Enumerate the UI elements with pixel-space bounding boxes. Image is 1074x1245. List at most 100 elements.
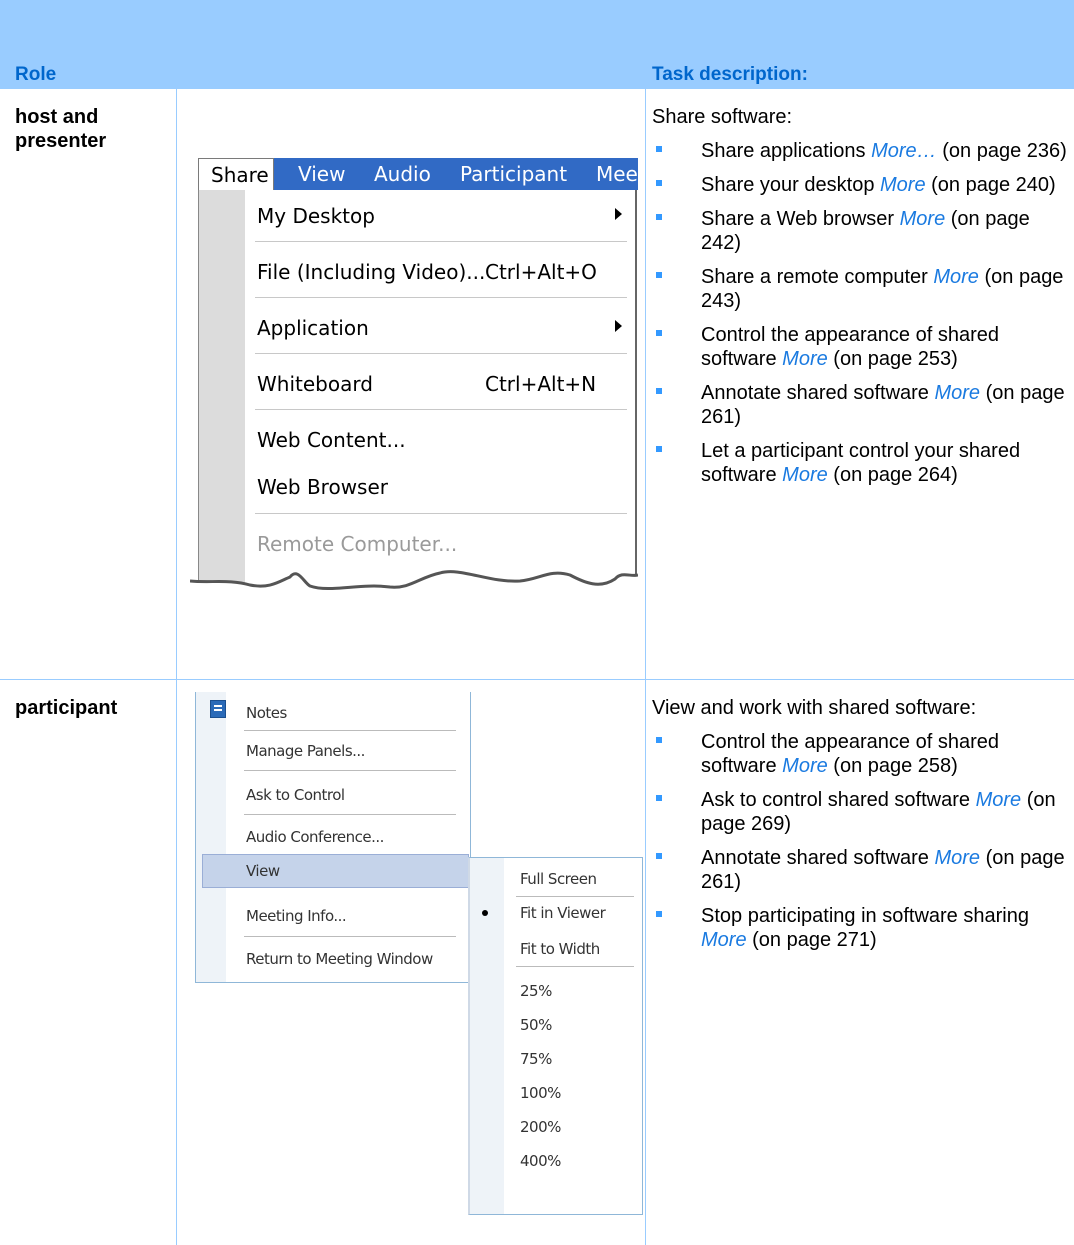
menu-separator [255, 241, 627, 242]
menu-item-file[interactable]: File (Including Video)... [257, 260, 485, 284]
row-divider [0, 679, 1074, 680]
menu-separator [255, 409, 627, 410]
submenu-item-fit-to-width[interactable]: Fit to Width [520, 940, 600, 958]
menu-separator [255, 297, 627, 298]
menu-item-meeting-info[interactable]: Meeting Info... [246, 907, 347, 925]
menu-item-manage-panels[interactable]: Manage Panels... [246, 742, 365, 760]
column-divider-left [176, 89, 177, 1245]
menu-item-view-highlight[interactable] [202, 854, 469, 888]
shortcut-file: Ctrl+Alt+O [485, 260, 597, 284]
menu-share[interactable]: Share [198, 158, 274, 190]
participant-menu: Notes Manage Panels... Ask to Control Au… [195, 692, 471, 983]
submenu-item-full-screen[interactable]: Full Screen [520, 870, 597, 888]
more-link[interactable]: More… [871, 140, 937, 162]
bullet-icon [656, 146, 662, 152]
more-link[interactable]: More [976, 789, 1022, 811]
more-link[interactable]: More [880, 174, 926, 196]
menu-item-my-desktop[interactable]: My Desktop [257, 204, 375, 228]
view-submenu: Full Screen Fit in Viewer Fit to Width 2… [468, 857, 643, 1215]
notes-icon [210, 700, 226, 718]
more-link[interactable]: More [934, 847, 980, 869]
menu-item-view[interactable]: View [246, 862, 280, 880]
more-link[interactable]: More [701, 929, 747, 951]
menu-item-application[interactable]: Application [257, 316, 369, 340]
task-item-text: Share your desktop [701, 174, 880, 196]
menu-item-return-to-meeting[interactable]: Return to Meeting Window [246, 950, 433, 968]
bullet-icon [656, 272, 662, 278]
bullet-icon [656, 446, 662, 452]
bullet-icon [656, 795, 662, 801]
menu-view[interactable]: View [298, 158, 345, 190]
role-host-presenter: host and presenter [15, 106, 107, 152]
bullet-icon [656, 737, 662, 743]
bullet-icon [656, 214, 662, 220]
menu-separator [244, 730, 456, 731]
table-header: Role Task description: [0, 0, 1074, 89]
bullet-icon [656, 180, 662, 186]
menu-separator [244, 770, 456, 771]
menu-bar: Share View Audio Participant Mee [198, 158, 638, 190]
submenu-item-75[interactable]: 75% [520, 1050, 552, 1068]
more-link[interactable]: More [934, 382, 980, 404]
more-link[interactable]: More [933, 266, 979, 288]
menu-item-web-browser[interactable]: Web Browser [257, 475, 388, 499]
task-item: Share your desktop More (on page 240) [652, 173, 1067, 197]
submenu-item-50[interactable]: 50% [520, 1016, 552, 1034]
bullet-icon [656, 330, 662, 336]
bullet-icon [656, 388, 662, 394]
task-item: Stop participating in software sharing M… [652, 904, 1067, 952]
submenu-arrow-icon [615, 208, 622, 220]
shortcut-whiteboard: Ctrl+Alt+N [485, 372, 597, 396]
task-item: Control the appearance of shared softwar… [652, 730, 1067, 778]
submenu-item-25[interactable]: 25% [520, 982, 552, 1000]
menu-item-whiteboard[interactable]: Whiteboard [257, 372, 373, 396]
header-task-description: Task description: [652, 64, 808, 85]
share-menu-screenshot: Share View Audio Participant Mee My Desk… [190, 153, 638, 613]
task-item: Ask to control shared software More (on … [652, 788, 1067, 836]
menu-separator [516, 966, 634, 967]
more-link[interactable]: More [782, 348, 828, 370]
task-item: Annotate shared software More (on page 2… [652, 846, 1067, 894]
task-intro: Share software: [652, 106, 793, 128]
task-list: Share applications More… (on page 236) Sh… [652, 139, 1067, 487]
task-item-text: Annotate shared software [701, 847, 935, 869]
task-item: Share applications More… (on page 236) [652, 139, 1067, 163]
more-link[interactable]: More [782, 464, 828, 486]
menu-item-notes[interactable]: Notes [246, 704, 287, 722]
page-reference: (on page 236) [936, 140, 1067, 162]
task-item-text: Share applications [701, 140, 872, 162]
menu-participant[interactable]: Participant [460, 158, 567, 190]
role-participant: participant [15, 697, 118, 719]
task-item: Annotate shared software More (on page 2… [652, 381, 1067, 429]
more-link[interactable]: More [900, 208, 946, 230]
menu-item-audio-conference[interactable]: Audio Conference... [246, 828, 384, 846]
submenu-item-100[interactable]: 100% [520, 1084, 561, 1102]
menu-item-web-content[interactable]: Web Content... [257, 428, 406, 452]
task-item-text: Share a remote computer [701, 266, 934, 288]
task-item: Share a Web browser More (on page 242) [652, 207, 1067, 255]
page-reference: (on page 271) [746, 929, 877, 951]
page-reference: (on page 253) [827, 348, 958, 370]
task-item-text: Share a Web browser [701, 208, 900, 230]
menu-separator [255, 513, 627, 514]
more-link[interactable]: More [782, 755, 828, 777]
task-item-text: Ask to control shared software [701, 789, 976, 811]
menu-separator [255, 353, 627, 354]
menu-separator [244, 936, 456, 937]
torn-edge [190, 570, 638, 613]
menu-separator [516, 896, 634, 897]
task-description-participant: View and work with shared software: Cont… [652, 696, 1067, 962]
bullet-icon [656, 911, 662, 917]
menu-audio[interactable]: Audio [374, 158, 431, 190]
menu-item-ask-to-control[interactable]: Ask to Control [246, 786, 345, 804]
menu-meeting[interactable]: Mee [596, 158, 638, 190]
task-item: Share a remote computer More (on page 24… [652, 265, 1067, 313]
submenu-item-400[interactable]: 400% [520, 1152, 561, 1170]
submenu-item-200[interactable]: 200% [520, 1118, 561, 1136]
task-item-text: Annotate shared software [701, 382, 935, 404]
task-intro: View and work with shared software: [652, 697, 977, 719]
task-item: Control the appearance of shared softwar… [652, 323, 1067, 371]
submenu-item-fit-in-viewer[interactable]: Fit in Viewer [520, 904, 606, 922]
selected-bullet-icon [482, 910, 488, 916]
page-reference: (on page 258) [827, 755, 958, 777]
